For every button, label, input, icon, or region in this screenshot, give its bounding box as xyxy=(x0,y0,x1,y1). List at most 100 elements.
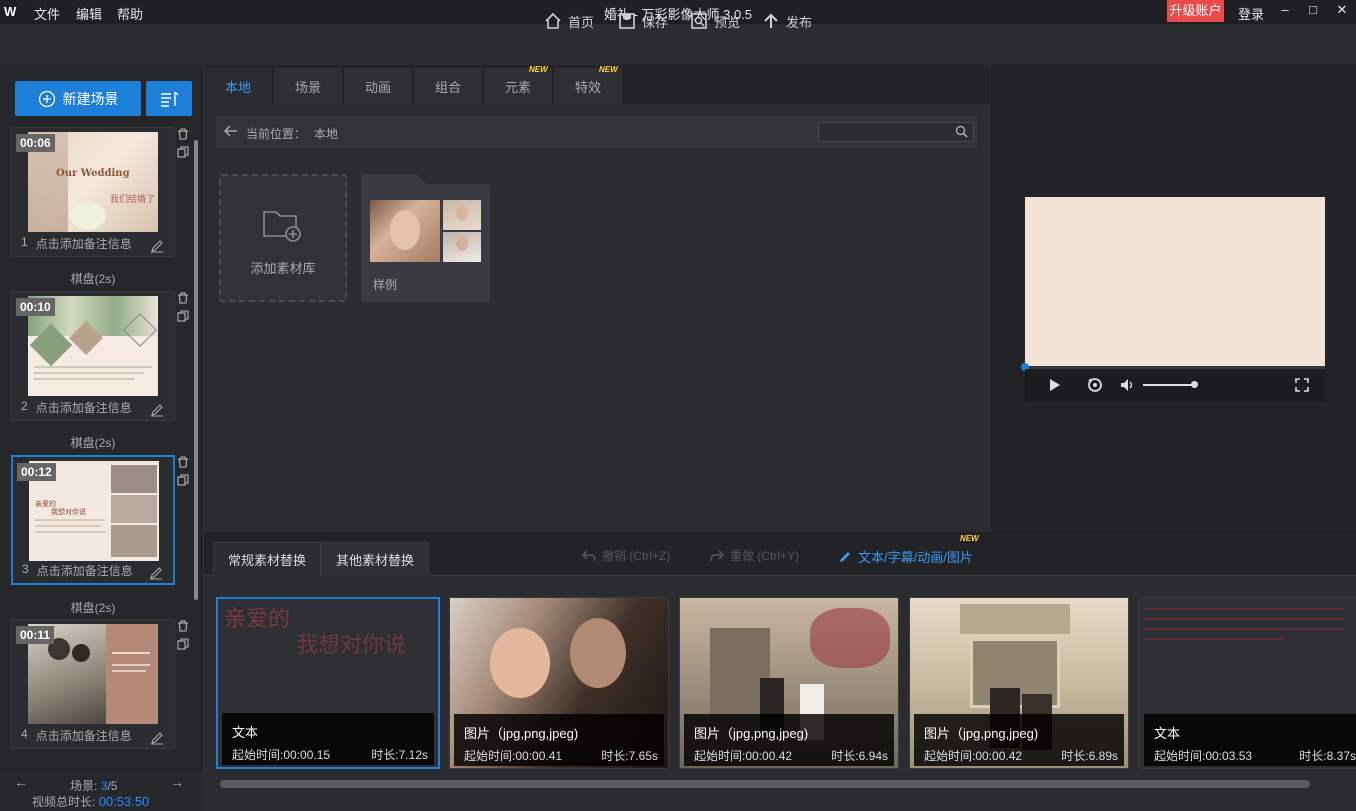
menu-help[interactable]: 帮助 xyxy=(117,4,143,23)
menu-file[interactable]: 文件 xyxy=(34,4,60,23)
scene-note[interactable]: 4 点击添加备注信息 xyxy=(21,727,132,744)
tab-animation[interactable]: 动画 xyxy=(344,68,412,104)
card-duration: 时长:8.37s xyxy=(1299,749,1356,763)
volume-icon[interactable] xyxy=(1120,378,1136,392)
prev-scene-arrow-icon[interactable]: ← xyxy=(14,774,28,790)
card-info: 图片（jpg,png,jpeg) 起始时间:00:00.42 时长:6.94s xyxy=(684,714,894,766)
add-library-button[interactable]: 添加素材库 xyxy=(219,174,347,302)
material-card-5[interactable]: 文本 起始时间:00:03.53 时长:8.37s xyxy=(1139,597,1356,769)
preview-button[interactable]: 预览 xyxy=(690,11,740,31)
replay-icon[interactable] xyxy=(1087,377,1103,393)
scene-card-1[interactable]: Our Wedding 我们结婚了 00:06 1 点击添加备注信息 xyxy=(11,127,175,257)
scene-transition[interactable]: 棋盘(2s) xyxy=(0,599,186,616)
scene-note-text: 点击添加备注信息 xyxy=(35,401,132,415)
material-card-2[interactable]: 图片（jpg,png,jpeg) 起始时间:00:00.41 时长:7.65s xyxy=(449,597,669,769)
main-toolbar xyxy=(0,24,1356,66)
scene-card-3[interactable]: 亲爱的 我想对你说 00:12 3 点击添加备注信息 xyxy=(11,455,175,585)
scene-list-scrollbar[interactable] xyxy=(194,140,198,600)
fullscreen-icon[interactable] xyxy=(1295,378,1309,392)
scene-note-text: 点击添加备注信息 xyxy=(36,564,133,578)
save-icon xyxy=(619,13,635,29)
card-text-line1: 亲爱的 xyxy=(224,606,291,631)
card-info: 文本 起始时间:00:00.15 时长:7.12s xyxy=(222,713,434,765)
play-icon[interactable] xyxy=(1049,378,1061,392)
new-scene-label: 新建场景 xyxy=(62,90,119,107)
tab-scene[interactable]: 场景 xyxy=(274,68,342,104)
card-duration: 时长:7.12s xyxy=(371,748,428,762)
preview-canvas[interactable] xyxy=(1025,197,1325,366)
edit-pencil-icon[interactable] xyxy=(150,239,164,253)
card-type: 图片（jpg,png,jpeg) xyxy=(464,726,579,741)
volume-slider[interactable] xyxy=(1143,384,1195,386)
next-scene-arrow-icon[interactable]: → xyxy=(170,774,184,790)
scene-note[interactable]: 3 点击添加备注信息 xyxy=(22,562,133,579)
save-button[interactable]: 保存 xyxy=(618,11,668,31)
copy-icon[interactable] xyxy=(177,474,189,486)
card-start-time: 起始时间:00:00.15 xyxy=(232,748,331,762)
close-button[interactable]: ✕ xyxy=(1331,2,1353,22)
delete-icon[interactable] xyxy=(177,292,189,304)
new-scene-button[interactable]: 新建场景 xyxy=(15,81,141,116)
delete-icon[interactable] xyxy=(177,456,189,468)
tab-other-replace[interactable]: 其他素材替换 xyxy=(321,542,430,576)
tab-regular-replace[interactable]: 常规素材替换 xyxy=(213,542,322,576)
scene-tools-3 xyxy=(177,456,191,489)
redo-button[interactable]: 重做 (Ctrl+Y) xyxy=(710,547,799,564)
title-bar xyxy=(0,0,1356,24)
publish-button[interactable]: 发布 xyxy=(762,11,812,31)
edit-pencil-icon[interactable] xyxy=(150,403,164,417)
volume-handle[interactable] xyxy=(1191,381,1198,388)
search-icon[interactable] xyxy=(955,125,968,138)
card-duration: 时长:6.89s xyxy=(1061,749,1118,763)
material-card-4[interactable]: 图片（jpg,png,jpeg) 起始时间:00:00.42 时长:6.89s xyxy=(909,597,1129,769)
home-icon xyxy=(545,12,561,29)
card-text-lines xyxy=(1144,602,1344,662)
player-controls xyxy=(1025,369,1325,401)
sample-photo-top xyxy=(443,200,481,230)
upgrade-account-button[interactable]: 升级账户 xyxy=(1167,0,1224,22)
pencil-icon xyxy=(840,551,850,562)
copy-icon[interactable] xyxy=(177,638,189,650)
scene-note[interactable]: 1 点击添加备注信息 xyxy=(21,235,132,252)
menu-edit[interactable]: 编辑 xyxy=(76,4,102,23)
login-button[interactable]: 登录 xyxy=(1238,4,1264,23)
edit-text-subtitle-link[interactable]: 文本/字幕/动画/图片 xyxy=(838,547,973,566)
sample-photo-main xyxy=(370,200,440,262)
card-type: 文本 xyxy=(232,725,259,740)
total-duration-value: 00:53.50 xyxy=(98,794,150,809)
tab-combination[interactable]: 组合 xyxy=(414,68,482,104)
sample-folder[interactable]: 样例 xyxy=(361,174,490,302)
material-card-1[interactable]: 亲爱的 我想对你说 文本 起始时间:00:00.15 时长:7.12s xyxy=(216,597,440,769)
delete-icon[interactable] xyxy=(177,128,189,140)
material-horizontal-scrollbar[interactable] xyxy=(220,780,1310,788)
copy-icon[interactable] xyxy=(177,310,189,322)
scene-sort-button[interactable] xyxy=(146,81,192,116)
breadcrumb-current[interactable]: 本地 xyxy=(314,125,338,142)
minimize-button[interactable]: – xyxy=(1274,2,1296,22)
scene-tools-2 xyxy=(177,292,191,325)
delete-icon[interactable] xyxy=(177,620,189,632)
redo-icon xyxy=(710,549,724,561)
home-button[interactable]: 首页 xyxy=(544,11,594,31)
edit-pencil-icon[interactable] xyxy=(149,566,163,580)
scene-card-4[interactable]: 00:11 4 点击添加备注信息 xyxy=(11,619,175,749)
scene-transition[interactable]: 棋盘(2s) xyxy=(0,434,186,451)
card-duration: 时长:7.65s xyxy=(601,749,658,763)
material-card-3[interactable]: 图片（jpg,png,jpeg) 起始时间:00:00.42 时长:6.94s xyxy=(679,597,899,769)
back-arrow-icon[interactable] xyxy=(224,124,238,138)
scene-card-2[interactable]: 00:10 2 点击添加备注信息 xyxy=(11,291,175,421)
undo-button[interactable]: 撤销 (Ctrl+Z) xyxy=(582,547,670,564)
scene-transition[interactable]: 棋盘(2s) xyxy=(0,270,186,287)
material-search-input[interactable] xyxy=(818,122,974,142)
tab-local[interactable]: 本地 xyxy=(204,68,272,104)
scene-duration: 00:11 xyxy=(16,626,55,644)
scene-index: 2 xyxy=(21,399,28,413)
maximize-button[interactable]: □ xyxy=(1302,2,1324,22)
scene-note[interactable]: 2 点击添加备注信息 xyxy=(21,399,132,416)
copy-icon[interactable] xyxy=(177,146,189,158)
scene-duration: 00:12 xyxy=(17,463,56,481)
card-start-time: 起始时间:00:00.42 xyxy=(694,749,793,763)
card-start-time: 起始时间:00:00.41 xyxy=(464,749,563,763)
edit-pencil-icon[interactable] xyxy=(150,731,164,745)
new-badge: NEW xyxy=(599,65,618,74)
